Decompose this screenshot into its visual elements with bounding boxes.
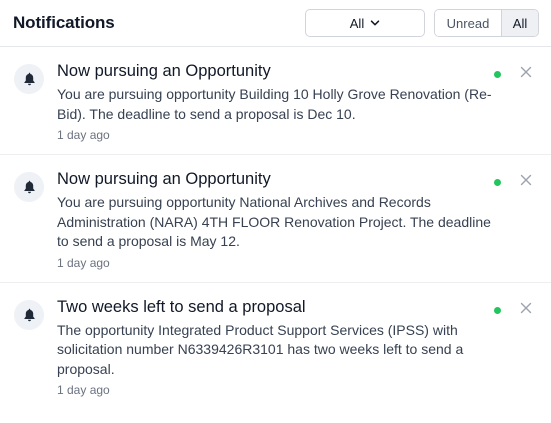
notification-item[interactable]: Two weeks left to send a proposal The op… [0, 283, 551, 410]
dismiss-button[interactable] [518, 300, 534, 316]
notification-time: 1 day ago [57, 383, 110, 397]
close-icon [520, 302, 532, 313]
notification-time: 1 day ago [57, 255, 110, 270]
filter-dropdown[interactable]: All [305, 9, 425, 37]
notifications-panel: Notifications All Unread All Now pursuin… [0, 0, 551, 423]
notification-title: Now pursuing an Opportunity [57, 170, 271, 188]
segment-unread-button[interactable]: Unread [435, 10, 501, 36]
notification-body: You are pursuing opportunity Building 10… [57, 86, 492, 122]
dismiss-button[interactable] [518, 172, 534, 188]
notifications-header: Notifications All Unread All [0, 0, 551, 47]
read-filter-toggle: Unread All [434, 9, 539, 37]
unread-dot [494, 179, 501, 186]
notification-title: Now pursuing an Opportunity [57, 62, 271, 80]
unread-dot [494, 71, 501, 78]
notification-time: 1 day ago [57, 128, 110, 142]
chevron-down-icon [370, 20, 380, 26]
notification-item[interactable]: Now pursuing an Opportunity You are purs… [0, 155, 551, 283]
segment-all-button[interactable]: All [501, 10, 538, 36]
filter-dropdown-value: All [349, 15, 365, 31]
close-icon [520, 174, 532, 186]
unread-dot [494, 306, 501, 314]
notification-list: Now pursuing an Opportunity You are purs… [0, 47, 551, 409]
bell-icon-badge [14, 172, 44, 202]
close-icon [520, 66, 532, 78]
bell-icon [23, 308, 35, 321]
notification-item[interactable]: Now pursuing an Opportunity You are purs… [0, 47, 551, 155]
bell-icon-badge [14, 64, 44, 94]
bell-icon [23, 72, 35, 86]
notification-title: Two weeks left to send a proposal [57, 297, 306, 316]
notification-body: The opportunity Integrated Product Suppo… [57, 321, 464, 377]
bell-icon [23, 180, 35, 194]
notification-body: You are pursuing opportunity National Ar… [57, 194, 491, 249]
page-title: Notifications [13, 13, 115, 32]
bell-icon-badge [14, 299, 44, 330]
dismiss-button[interactable] [518, 64, 534, 80]
